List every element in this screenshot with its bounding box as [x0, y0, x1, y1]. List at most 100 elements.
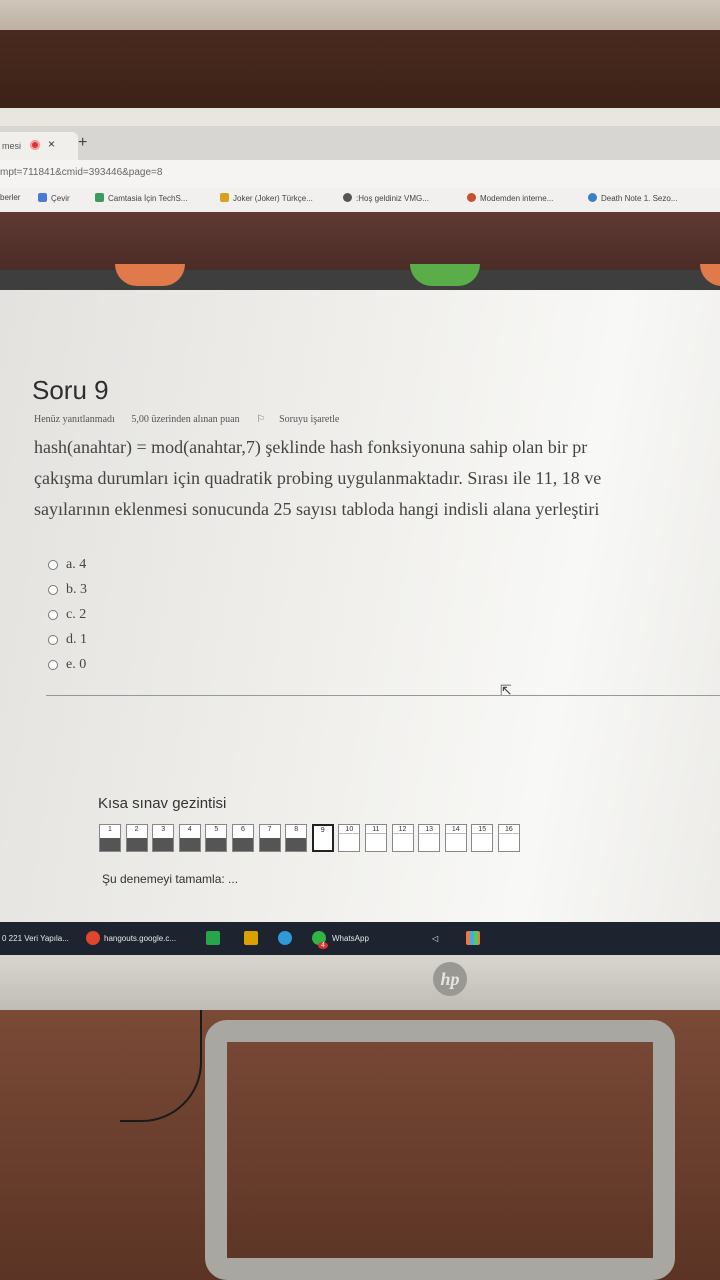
question-text-line: çakışma durumları için quadratik probing…: [34, 468, 602, 488]
drive-icon: [95, 193, 104, 202]
telegram-icon[interactable]: [278, 931, 292, 945]
answer-label: d. 1: [66, 631, 87, 647]
translate-icon: [38, 193, 47, 202]
question-text: hash(anahtar) = mod(anahtar,7) şeklinde …: [34, 432, 720, 525]
quiz-nav-button-4[interactable]: 4: [178, 824, 201, 852]
bookmark-label: Camtasia İçin TechS...: [108, 194, 188, 203]
tab-favicon-icon: [30, 140, 40, 150]
browser-tab[interactable]: mesi ×: [0, 132, 78, 160]
radio-button[interactable]: [48, 609, 58, 620]
quiz-nav-button-13[interactable]: 13: [418, 824, 441, 852]
quiz-nav-button-11[interactable]: 11: [364, 824, 387, 852]
bookmark-item[interactable]: Modemden interne...: [467, 193, 553, 203]
bookmark-label: Modemden interne...: [480, 194, 554, 203]
question-points: 5,00 üzerinden alınan puan: [131, 414, 240, 425]
question-title: Soru 9: [32, 375, 109, 405]
quiz-nav-number: 7: [267, 826, 272, 833]
quiz-nav-number: 11: [365, 826, 386, 834]
quiz-nav-button-7[interactable]: 7: [258, 824, 281, 852]
radio-button[interactable]: [48, 584, 58, 595]
quiz-nav-button-10[interactable]: 10: [338, 824, 361, 852]
quiz-nav-button-6[interactable]: 6: [231, 824, 254, 852]
nav-accent-shape: [410, 264, 480, 286]
quiz-nav-button-8[interactable]: 8: [285, 824, 308, 852]
divider: [46, 695, 720, 696]
quiz-nav-number: 6: [241, 826, 245, 833]
finish-attempt-link[interactable]: Şu denemeyi tamamla: ...: [102, 872, 238, 886]
chrome-icon[interactable]: [86, 931, 100, 945]
quiz-nav-button-9[interactable]: 9: [311, 824, 334, 852]
radio-button[interactable]: [48, 659, 58, 670]
taskbar-item[interactable]: WhatsApp: [332, 934, 369, 943]
new-tab-button[interactable]: +: [78, 134, 87, 152]
tab-title: mesi: [2, 141, 22, 151]
flag-question-link[interactable]: ⚐ Soruyu işaretle: [256, 414, 353, 425]
quiz-nav-number: 16: [498, 826, 519, 834]
question-text-line: hash(anahtar) = mod(anahtar,7) şeklinde …: [34, 437, 588, 457]
answer-option-b[interactable]: b. 3: [48, 577, 87, 602]
bookmark-label: Çevir: [51, 194, 70, 203]
answer-option-e[interactable]: e. 0: [48, 652, 87, 677]
browser-tabbar: mesi × +: [0, 126, 720, 160]
monitor-chin: [0, 955, 720, 1010]
quiz-nav-number: 10: [339, 826, 360, 834]
flag-icon: ⚐: [256, 414, 266, 425]
quiz-nav-button-16[interactable]: 16: [497, 824, 520, 852]
radio-button[interactable]: [48, 634, 58, 645]
answer-label: c. 2: [66, 606, 87, 622]
monitor-stand: [205, 1020, 675, 1280]
bookmark-item[interactable]: Joker (Joker) Türkçe...: [220, 193, 313, 203]
answer-label: b. 3: [66, 581, 87, 597]
filezilla-icon[interactable]: [244, 931, 258, 945]
bookmark-label: Death Note 1. Sezo...: [601, 194, 678, 203]
site-nav-bar: [0, 264, 720, 290]
quiz-nav-button-15[interactable]: 15: [471, 824, 494, 852]
quiz-nav-number: 12: [392, 826, 413, 834]
site-header: [0, 212, 720, 270]
bookmark-item[interactable]: :Hoş geldiniz VMG...: [343, 193, 429, 203]
quiz-nav-button-3[interactable]: 3: [152, 824, 175, 852]
app-grid-icon[interactable]: [466, 931, 480, 945]
video-icon: [220, 193, 229, 202]
quiz-nav-number: 2: [134, 826, 139, 833]
taskbar-item[interactable]: 0 221 Veri Yapıla...: [2, 934, 69, 943]
question-info: Henüz yanıtlanmadı 5,00 üzerinden alınan…: [34, 414, 367, 425]
nav-accent-shape: [115, 264, 185, 286]
quiz-page: Soru 9 Henüz yanıtlanmadı 5,00 üzerinden…: [0, 290, 720, 960]
bookmark-item[interactable]: berler: [0, 193, 20, 202]
answer-option-a[interactable]: a. 4: [48, 552, 87, 577]
hp-logo: hp: [433, 962, 467, 996]
quiz-nav-button-1[interactable]: 1: [99, 824, 121, 852]
answer-label: e. 0: [66, 656, 87, 672]
bookmark-label: :Hoş geldiniz VMG...: [356, 194, 429, 203]
quiz-nav-number: 3: [161, 826, 166, 833]
globe-icon: [343, 193, 352, 202]
quiz-nav-button-2[interactable]: 2: [125, 824, 148, 852]
answer-option-d[interactable]: d. 1: [48, 627, 87, 652]
quiz-nav-number: 5: [214, 826, 219, 833]
quiz-nav-button-5[interactable]: 5: [205, 824, 228, 852]
address-bar[interactable]: mpt=711841&cmid=393446&page=8: [0, 160, 720, 188]
quiz-nav-number: 14: [445, 826, 466, 834]
bookmark-item[interactable]: Death Note 1. Sezo...: [588, 193, 678, 203]
tab-close-icon[interactable]: ×: [48, 137, 55, 151]
quiz-nav-number: 8: [294, 826, 299, 833]
bookmark-item[interactable]: Camtasia İçin TechS...: [95, 193, 187, 203]
answer-options: a. 4 b. 3 c. 2 d. 1 e. 0: [48, 552, 87, 677]
site-icon: [588, 193, 597, 202]
bookmarks-bar: berler Çevir Camtasia İçin TechS... Joke…: [0, 188, 720, 213]
taskbar-item[interactable]: hangouts.google.c...: [104, 934, 176, 943]
bookmark-label: Joker (Joker) Türkçe...: [233, 194, 313, 203]
bookmark-item[interactable]: Çevir: [38, 193, 70, 203]
quiz-nav-number: 9: [320, 827, 325, 834]
answer-option-c[interactable]: c. 2: [48, 602, 87, 627]
nav-accent-shape: [700, 264, 720, 286]
camtasia-icon[interactable]: [206, 931, 220, 945]
monitor-top-bezel: [0, 30, 720, 120]
question-status: Henüz yanıtlanmadı: [34, 414, 115, 425]
speaker-icon[interactable]: ◁: [432, 934, 438, 943]
quiz-nav-button-12[interactable]: 12: [391, 824, 414, 852]
radio-button[interactable]: [48, 559, 58, 570]
quiz-nav-button-14[interactable]: 14: [444, 824, 467, 852]
question-text-line: sayılarının eklenmesi sonucunda 25 sayıs…: [34, 499, 600, 519]
